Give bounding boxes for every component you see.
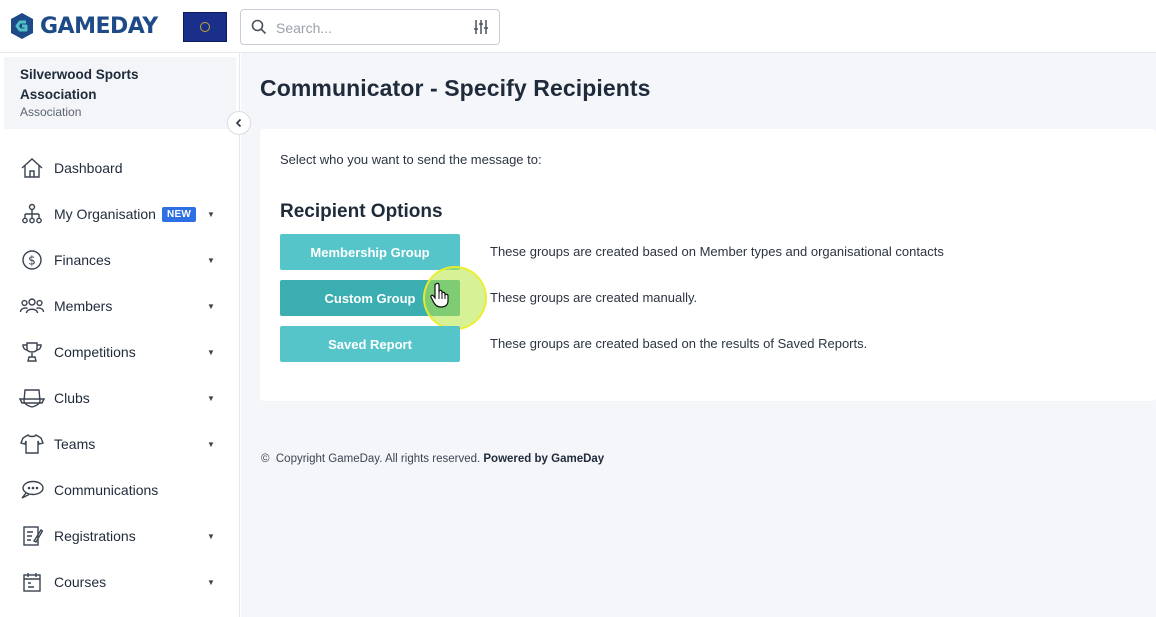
sidebar: Silverwood Sports Association Associatio… [0, 53, 240, 617]
svg-text:$: $ [28, 254, 36, 268]
recipient-option-row: Custom Group These groups are created ma… [280, 266, 1140, 330]
main-content: Communicator - Specify Recipients Select… [241, 53, 1156, 617]
registration-icon [19, 523, 45, 549]
sidebar-item-label: Members [54, 298, 113, 314]
recipient-option-row: Saved Report These groups are created ba… [280, 326, 1140, 362]
footer-powered-by[interactable]: Powered by GameDay [483, 453, 604, 465]
chevron-left-icon [235, 118, 242, 128]
collapse-sidebar-button[interactable] [227, 111, 251, 135]
sidebar-item-label: Teams [54, 436, 96, 452]
sidebar-item-registrations[interactable]: Registrations ▼ [0, 513, 240, 559]
search-input[interactable] [276, 18, 466, 38]
recipients-card: Select who you want to send the message … [260, 129, 1156, 401]
logo-text: GAMEDAY [40, 13, 158, 39]
search-box[interactable] [240, 9, 500, 45]
hand-pointer-icon [430, 282, 449, 308]
footer-copyright: Copyright GameDay. All rights reserved. [275, 453, 481, 465]
organisation-type: Association [20, 105, 82, 119]
sidebar-item-label: Courses [54, 574, 107, 590]
filter-settings-icon[interactable] [473, 19, 489, 35]
chevron-down-icon: ▼ [207, 440, 215, 449]
sidebar-item-my-organisation[interactable]: My Organisation NEW ▼ [0, 191, 240, 237]
new-badge: NEW [161, 206, 197, 222]
saved-report-button[interactable]: Saved Report [280, 326, 460, 362]
organisation-logo[interactable] [183, 12, 227, 42]
chevron-down-icon: ▼ [207, 578, 215, 587]
gameday-logo[interactable]: GAMEDAY [9, 11, 158, 41]
page-title: Communicator - Specify Recipients [260, 75, 651, 101]
instruction-text: Select who you want to send the message … [280, 152, 542, 167]
copyright-icon: © [261, 453, 270, 465]
home-icon [19, 155, 45, 181]
calendar-icon [19, 569, 45, 595]
org-chart-icon [19, 201, 45, 227]
gameday-logo-icon [11, 13, 33, 39]
option-description: These groups are created manually. [490, 290, 698, 305]
chevron-down-icon: ▼ [207, 302, 215, 311]
sidebar-item-clubs[interactable]: Clubs ▼ [0, 375, 240, 421]
recipient-option-row: Membership Group These groups are create… [280, 234, 1140, 270]
search-icon [251, 19, 267, 35]
chevron-down-icon: ▼ [207, 394, 215, 403]
sidebar-item-label: Clubs [54, 390, 90, 406]
sidebar-item-communications[interactable]: Communications [0, 467, 240, 513]
organisation-switcher[interactable]: Silverwood Sports Association Associatio… [4, 57, 236, 129]
sidebar-item-label: Communications [54, 482, 159, 498]
club-icon [19, 385, 45, 411]
chevron-down-icon: ▼ [207, 532, 215, 541]
option-description: These groups are created based on Member… [490, 244, 944, 259]
organisation-name: Silverwood Sports Association [20, 67, 139, 102]
top-bar: GAMEDAY [0, 0, 1156, 53]
chevron-down-icon: ▼ [207, 210, 215, 219]
members-icon [19, 293, 45, 319]
sidebar-item-label: Finances [54, 252, 111, 268]
option-description: These groups are created based on the re… [490, 336, 868, 351]
sidebar-item-courses[interactable]: Courses ▼ [0, 559, 240, 605]
membership-group-button[interactable]: Membership Group [280, 234, 460, 270]
sidebar-item-label: Competitions [54, 344, 136, 360]
sidebar-nav: Dashboard My Organisation NEW ▼ $ Financ… [0, 145, 240, 605]
chevron-down-icon: ▼ [207, 348, 215, 357]
footer: © Copyright GameDay. All rights reserved… [261, 453, 604, 465]
chat-icon [19, 477, 45, 503]
jersey-icon [19, 431, 45, 457]
sidebar-item-label: My Organisation [54, 206, 156, 222]
trophy-icon [19, 339, 45, 365]
sidebar-item-label: Registrations [54, 528, 136, 544]
dollar-icon: $ [19, 247, 45, 273]
sidebar-item-members[interactable]: Members ▼ [0, 283, 240, 329]
section-title: Recipient Options [280, 201, 443, 222]
sidebar-item-finances[interactable]: $ Finances ▼ [0, 237, 240, 283]
sidebar-item-label: Dashboard [54, 160, 123, 176]
sidebar-item-teams[interactable]: Teams ▼ [0, 421, 240, 467]
chevron-down-icon: ▼ [207, 256, 215, 265]
sidebar-item-competitions[interactable]: Competitions ▼ [0, 329, 240, 375]
sidebar-item-dashboard[interactable]: Dashboard [0, 145, 240, 191]
